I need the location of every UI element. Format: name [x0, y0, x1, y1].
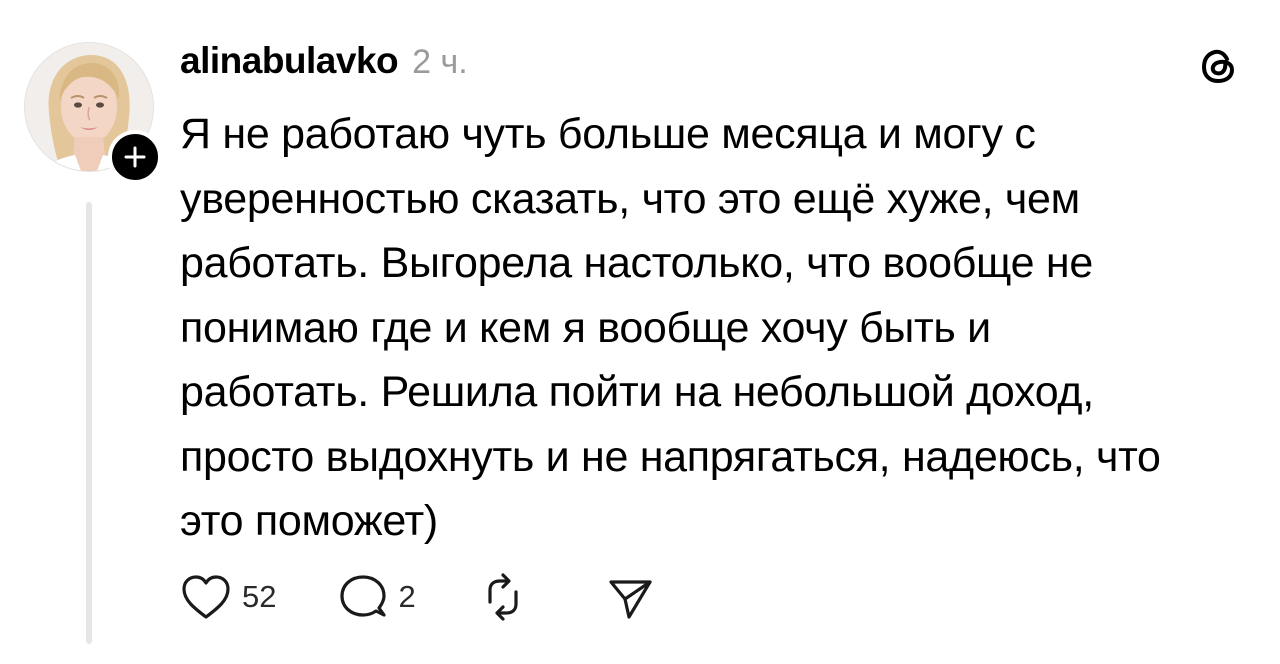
- action-bar: 52 2: [180, 570, 654, 624]
- heart-icon: [182, 575, 230, 619]
- comment-icon: [340, 575, 387, 617]
- share-button[interactable]: [606, 573, 654, 621]
- like-count: 52: [242, 579, 277, 614]
- threads-logo-icon[interactable]: [1196, 44, 1240, 88]
- post-timestamp[interactable]: 2 ч.: [412, 43, 468, 82]
- avatar-container[interactable]: [24, 42, 162, 184]
- thread-line: [86, 202, 92, 644]
- send-icon: [609, 580, 652, 619]
- repost-button[interactable]: [478, 572, 528, 622]
- username-link[interactable]: alinabulavko: [180, 40, 399, 82]
- plus-icon: [124, 146, 146, 168]
- follow-button[interactable]: [108, 130, 162, 184]
- reply-button[interactable]: 2: [338, 572, 416, 622]
- post-header: alinabulavko 2 ч.: [180, 40, 468, 86]
- post-text: Я не работаю чуть больше месяца и могу с…: [180, 110, 1161, 545]
- reply-count: 2: [398, 579, 416, 614]
- repost-icon: [488, 573, 518, 621]
- like-button[interactable]: 52: [180, 573, 276, 621]
